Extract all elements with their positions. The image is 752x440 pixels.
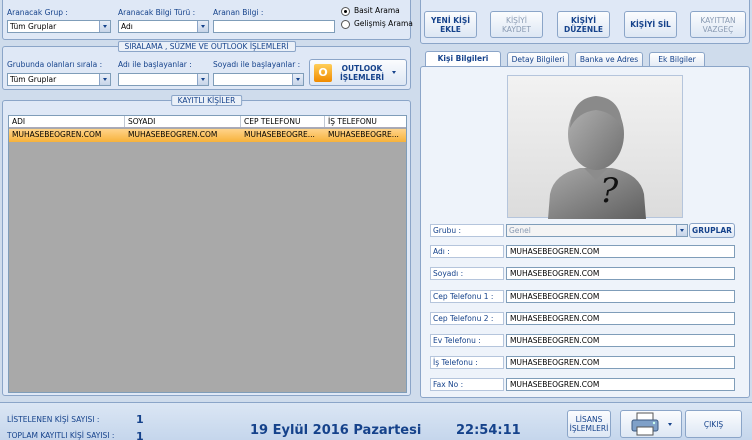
table-row[interactable]: MUHASEBEOGREN.COM MUHASEBEOGREN.COM MUHA… bbox=[9, 129, 406, 142]
chevron-down-icon[interactable] bbox=[99, 21, 110, 32]
records-grid[interactable]: ADI SOYADI CEP TELEFONU İŞ TELEFONU MUHA… bbox=[8, 115, 407, 393]
sort-select[interactable]: Tüm Gruplar bbox=[7, 73, 111, 86]
tab-contact-info[interactable]: Kişi Bilgileri bbox=[425, 51, 501, 66]
chevron-down-icon[interactable] bbox=[676, 225, 687, 236]
query-input[interactable] bbox=[213, 20, 335, 33]
advanced-search-radio[interactable] bbox=[341, 20, 350, 29]
total-count-label: TOPLAM KAYITLI KİŞİ SAYISI : bbox=[7, 431, 115, 440]
group-select[interactable]: Tüm Gruplar bbox=[7, 20, 111, 33]
cell-surname: MUHASEBEOGREN.COM bbox=[128, 130, 218, 139]
listed-count-value: 1 bbox=[136, 413, 144, 426]
records-title: KAYITLI KİŞİLER bbox=[170, 95, 243, 106]
surname-starts-label: Soyadı ile başlayanlar : bbox=[213, 60, 301, 69]
chevron-down-icon[interactable] bbox=[197, 21, 208, 32]
chevron-down-icon[interactable] bbox=[392, 71, 396, 74]
column-header-surname[interactable]: SOYADI bbox=[125, 116, 241, 127]
exit-button[interactable]: ÇIKIŞ bbox=[685, 410, 742, 438]
total-count-value: 1 bbox=[136, 430, 144, 440]
surname-field[interactable]: MUHASEBEOGREN.COM bbox=[506, 267, 735, 280]
work-phone-field[interactable]: MUHASEBEOGREN.COM bbox=[506, 356, 735, 369]
fax-field-label: Fax No : bbox=[430, 378, 504, 391]
current-date: 19 Eylül 2016 Pazartesi bbox=[250, 423, 422, 438]
records-panel: KAYITLI KİŞİLER ADI SOYADI CEP TELEFONU … bbox=[2, 95, 411, 396]
chevron-down-icon[interactable] bbox=[292, 74, 303, 85]
name-field[interactable]: MUHASEBEOGREN.COM bbox=[506, 245, 735, 258]
toolbar-panel: YENİ KİŞİ EKLE KİŞİYİ KAYDET KİŞİYİ DÜZE… bbox=[420, 0, 750, 44]
outlook-button[interactable]: O OUTLOOK İŞLEMLERİ bbox=[309, 59, 407, 86]
tab-extra-info[interactable]: Ek Bilgiler bbox=[649, 52, 705, 66]
group-field-label: Grubu : bbox=[430, 224, 504, 237]
cell-mobile: MUHASEBEOGRE... bbox=[244, 130, 315, 139]
edit-contact-button[interactable]: KİŞİYİ DÜZENLE bbox=[557, 11, 610, 38]
query-label: Aranan Bilgi : bbox=[213, 8, 264, 17]
home-phone-field-label: Ev Telefonu : bbox=[430, 334, 504, 347]
surname-field-label: Soyadı : bbox=[430, 267, 504, 280]
new-contact-button[interactable]: YENİ KİŞİ EKLE bbox=[424, 11, 477, 38]
cancel-record-button[interactable]: KAYITTAN VAZGEÇ bbox=[690, 11, 746, 38]
sort-label: Grubunda olanları sırala : bbox=[7, 60, 103, 69]
filter-title: SIRALAMA , SÜZME VE OUTLOOK İŞLEMLERİ bbox=[117, 41, 296, 52]
mobile2-field[interactable]: MUHASEBEOGREN.COM bbox=[506, 312, 735, 325]
basic-search-label: Basit Arama bbox=[354, 6, 400, 15]
fax-field[interactable]: MUHASEBEOGREN.COM bbox=[506, 378, 735, 391]
tab-bank-address[interactable]: Banka ve Adres bbox=[575, 52, 643, 66]
avatar[interactable]: ? bbox=[507, 75, 683, 219]
mobile2-field-label: Cep Telefonu 2 : bbox=[430, 312, 504, 325]
field-type-select[interactable]: Adı bbox=[118, 20, 209, 33]
tab-detail-info[interactable]: Detay Bilgileri bbox=[507, 52, 569, 66]
surname-starts-select[interactable] bbox=[213, 73, 304, 86]
detail-panel: ? Grubu : Genel GRUPLAR Adı : MUHASEBEOG… bbox=[420, 66, 750, 398]
mobile1-field[interactable]: MUHASEBEOGREN.COM bbox=[506, 290, 735, 303]
name-field-label: Adı : bbox=[430, 245, 504, 258]
home-phone-field[interactable]: MUHASEBEOGREN.COM bbox=[506, 334, 735, 347]
groups-button[interactable]: GRUPLAR bbox=[689, 223, 735, 238]
svg-text:?: ? bbox=[600, 171, 619, 211]
listed-count-label: LİSTELENEN KİŞİ SAYISI : bbox=[7, 415, 100, 424]
save-contact-button[interactable]: KİŞİYİ KAYDET bbox=[490, 11, 543, 38]
column-header-name[interactable]: ADI bbox=[9, 116, 125, 127]
unknown-person-icon: ? bbox=[548, 96, 646, 219]
filter-panel: SIRALAMA , SÜZME VE OUTLOOK İŞLEMLERİ Gr… bbox=[2, 41, 411, 90]
name-starts-select[interactable] bbox=[118, 73, 209, 86]
outlook-button-label: OUTLOOK İŞLEMLERİ bbox=[339, 63, 385, 82]
column-header-mobile[interactable]: CEP TELEFONU bbox=[241, 116, 325, 127]
status-bar: LİSTELENEN KİŞİ SAYISI : 1 TOPLAM KAYITL… bbox=[0, 402, 752, 440]
search-panel: Aranacak Grup : Tüm Gruplar Aranacak Bil… bbox=[2, 0, 413, 40]
name-starts-label: Adı ile başlayanlar : bbox=[118, 60, 192, 69]
mobile1-field-label: Cep Telefonu 1 : bbox=[430, 290, 504, 303]
field-type-label: Aranacak Bilgi Türü : bbox=[118, 8, 196, 17]
column-header-work-phone[interactable]: İŞ TELEFONU bbox=[325, 116, 406, 127]
advanced-search-label: Gelişmiş Arama bbox=[354, 19, 413, 28]
printer-icon bbox=[631, 412, 659, 436]
chevron-down-icon[interactable] bbox=[668, 422, 672, 426]
outlook-icon: O bbox=[314, 63, 332, 82]
work-phone-field-label: İş Telefonu : bbox=[430, 356, 504, 369]
basic-search-radio[interactable] bbox=[341, 7, 350, 16]
delete-contact-button[interactable]: KİŞİYİ SİL bbox=[624, 11, 677, 38]
group-field-select[interactable]: Genel bbox=[506, 224, 688, 237]
license-button[interactable]: LİSANS İŞLEMLERİ bbox=[567, 410, 611, 438]
cell-work-phone: MUHASEBEOGRE... bbox=[328, 130, 399, 139]
chevron-down-icon[interactable] bbox=[197, 74, 208, 85]
group-label: Aranacak Grup : bbox=[7, 8, 68, 17]
current-time: 22:54:11 bbox=[456, 423, 521, 438]
cell-name: MUHASEBEOGREN.COM bbox=[12, 130, 102, 139]
print-button[interactable] bbox=[620, 410, 682, 438]
chevron-down-icon[interactable] bbox=[99, 74, 110, 85]
grid-header: ADI SOYADI CEP TELEFONU İŞ TELEFONU bbox=[9, 116, 406, 128]
